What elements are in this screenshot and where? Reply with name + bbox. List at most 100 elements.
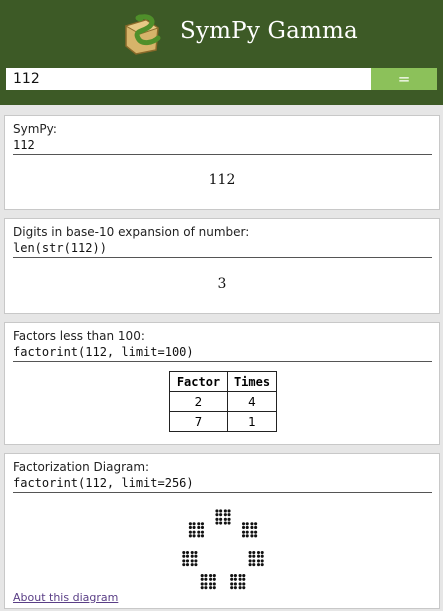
result-card-factors: Factors less than 100: factorint(112, li… xyxy=(4,322,440,445)
diagram-dot xyxy=(245,525,249,529)
diagram-dot xyxy=(250,530,254,534)
diagram-dot xyxy=(245,534,249,538)
diagram-dot xyxy=(200,582,204,586)
diagram-dot xyxy=(182,563,186,567)
diagram-dot xyxy=(204,586,208,590)
table-cell: 1 xyxy=(227,411,277,432)
table-row: 2 4 xyxy=(169,391,277,412)
diagram-dot xyxy=(230,586,234,590)
diagram-dot xyxy=(219,513,223,517)
diagram-dot xyxy=(192,522,196,526)
diagram-dot xyxy=(204,574,208,578)
diagram-dot xyxy=(254,522,258,526)
diagram-dot xyxy=(209,577,213,581)
diagram-dot xyxy=(223,521,227,525)
diagram-dot xyxy=(209,582,213,586)
diagram-dot xyxy=(188,534,192,538)
diagram-dot xyxy=(241,522,246,526)
diagram-dot xyxy=(227,513,231,517)
card-result: 112 xyxy=(208,172,236,188)
diagram-dot xyxy=(194,559,198,563)
diagram-dot xyxy=(256,563,261,567)
app-title: SymPy Gamma xyxy=(180,18,358,44)
diagram-dot xyxy=(200,574,204,578)
table-cell: 7 xyxy=(169,411,228,432)
diagram-dot xyxy=(200,522,205,526)
factorization-diagram xyxy=(182,509,264,590)
card-code: 112 xyxy=(13,138,432,155)
result-card-sympy: SymPy: 112 112 xyxy=(4,115,440,210)
diagram-dot xyxy=(204,577,208,581)
diagram-dot xyxy=(238,577,242,581)
diagram-dot xyxy=(215,509,219,513)
diagram-dot xyxy=(233,577,237,581)
diagram-dot xyxy=(212,586,216,590)
diagram-dot xyxy=(233,582,237,586)
card-code: factorint(112, limit=100) xyxy=(13,345,432,362)
diagram-dot xyxy=(212,582,216,586)
table-row: 7 1 xyxy=(169,411,277,432)
diagram-dot xyxy=(192,525,196,529)
card-code: factorint(112, limit=256) xyxy=(13,476,432,493)
card-title: Factorization Diagram: xyxy=(13,460,150,474)
table-cell: 4 xyxy=(227,391,277,412)
diagram-dot xyxy=(233,586,237,590)
diagram-dot xyxy=(248,559,252,563)
column-header-factor: Factor xyxy=(169,371,228,392)
card-title: SymPy: xyxy=(13,122,57,136)
diagram-dot xyxy=(248,554,252,558)
diagram-dot xyxy=(185,550,190,555)
diagram-dot xyxy=(219,521,223,525)
diagram-dot xyxy=(238,574,242,578)
diagram-dot xyxy=(200,530,205,534)
diagram-dot xyxy=(238,582,242,586)
search-input[interactable] xyxy=(6,68,371,90)
diagram-dot xyxy=(260,550,264,555)
diagram-dot xyxy=(190,550,194,555)
table-cell: 2 xyxy=(169,391,228,412)
diagram-dot xyxy=(200,525,205,529)
result-card-digits: Digits in base-10 expansion of number: l… xyxy=(4,218,440,314)
diagram-dot xyxy=(250,525,254,529)
sympy-snake-logo-icon xyxy=(124,14,161,55)
diagram-dot xyxy=(188,525,192,529)
diagram-dot xyxy=(256,554,261,558)
diagram-dot xyxy=(190,563,194,567)
submit-button[interactable]: = xyxy=(371,68,437,90)
diagram-dot xyxy=(192,534,196,538)
diagram-dot xyxy=(204,582,208,586)
diagram-dot xyxy=(182,554,186,558)
diagram-dot xyxy=(188,522,192,526)
diagram-dot xyxy=(252,550,256,555)
diagram-dot xyxy=(245,522,249,526)
diagram-dot xyxy=(215,513,219,517)
card-title: Digits in base-10 expansion of number: xyxy=(13,225,250,239)
diagram-dot xyxy=(248,563,252,567)
about-diagram-link[interactable]: About this diagram xyxy=(13,591,118,604)
diagram-dot xyxy=(185,559,190,563)
card-code: len(str(112)) xyxy=(13,241,432,258)
diagram-dot xyxy=(248,550,252,555)
diagram-dot xyxy=(209,574,213,578)
card-result: 3 xyxy=(217,276,227,292)
diagram-dot xyxy=(194,554,198,558)
diagram-dot xyxy=(194,563,198,567)
diagram-dot xyxy=(227,521,231,525)
diagram-dot xyxy=(197,522,201,526)
diagram-dot xyxy=(227,509,231,513)
diagram-dot xyxy=(212,574,216,578)
diagram-dot xyxy=(212,577,216,581)
factors-table: Factor Times 2 4 7 1 xyxy=(169,371,277,432)
diagram-dot xyxy=(256,559,261,563)
diagram-dot xyxy=(260,559,264,563)
diagram-dot xyxy=(250,522,254,526)
diagram-dot xyxy=(200,586,204,590)
diagram-dot xyxy=(197,534,201,538)
diagram-dot xyxy=(230,582,234,586)
diagram-dot xyxy=(185,563,190,567)
diagram-dot xyxy=(209,586,213,590)
diagram-dot xyxy=(254,530,258,534)
diagram-dot xyxy=(223,509,227,513)
diagram-dot xyxy=(242,577,246,581)
diagram-dot xyxy=(238,586,242,590)
